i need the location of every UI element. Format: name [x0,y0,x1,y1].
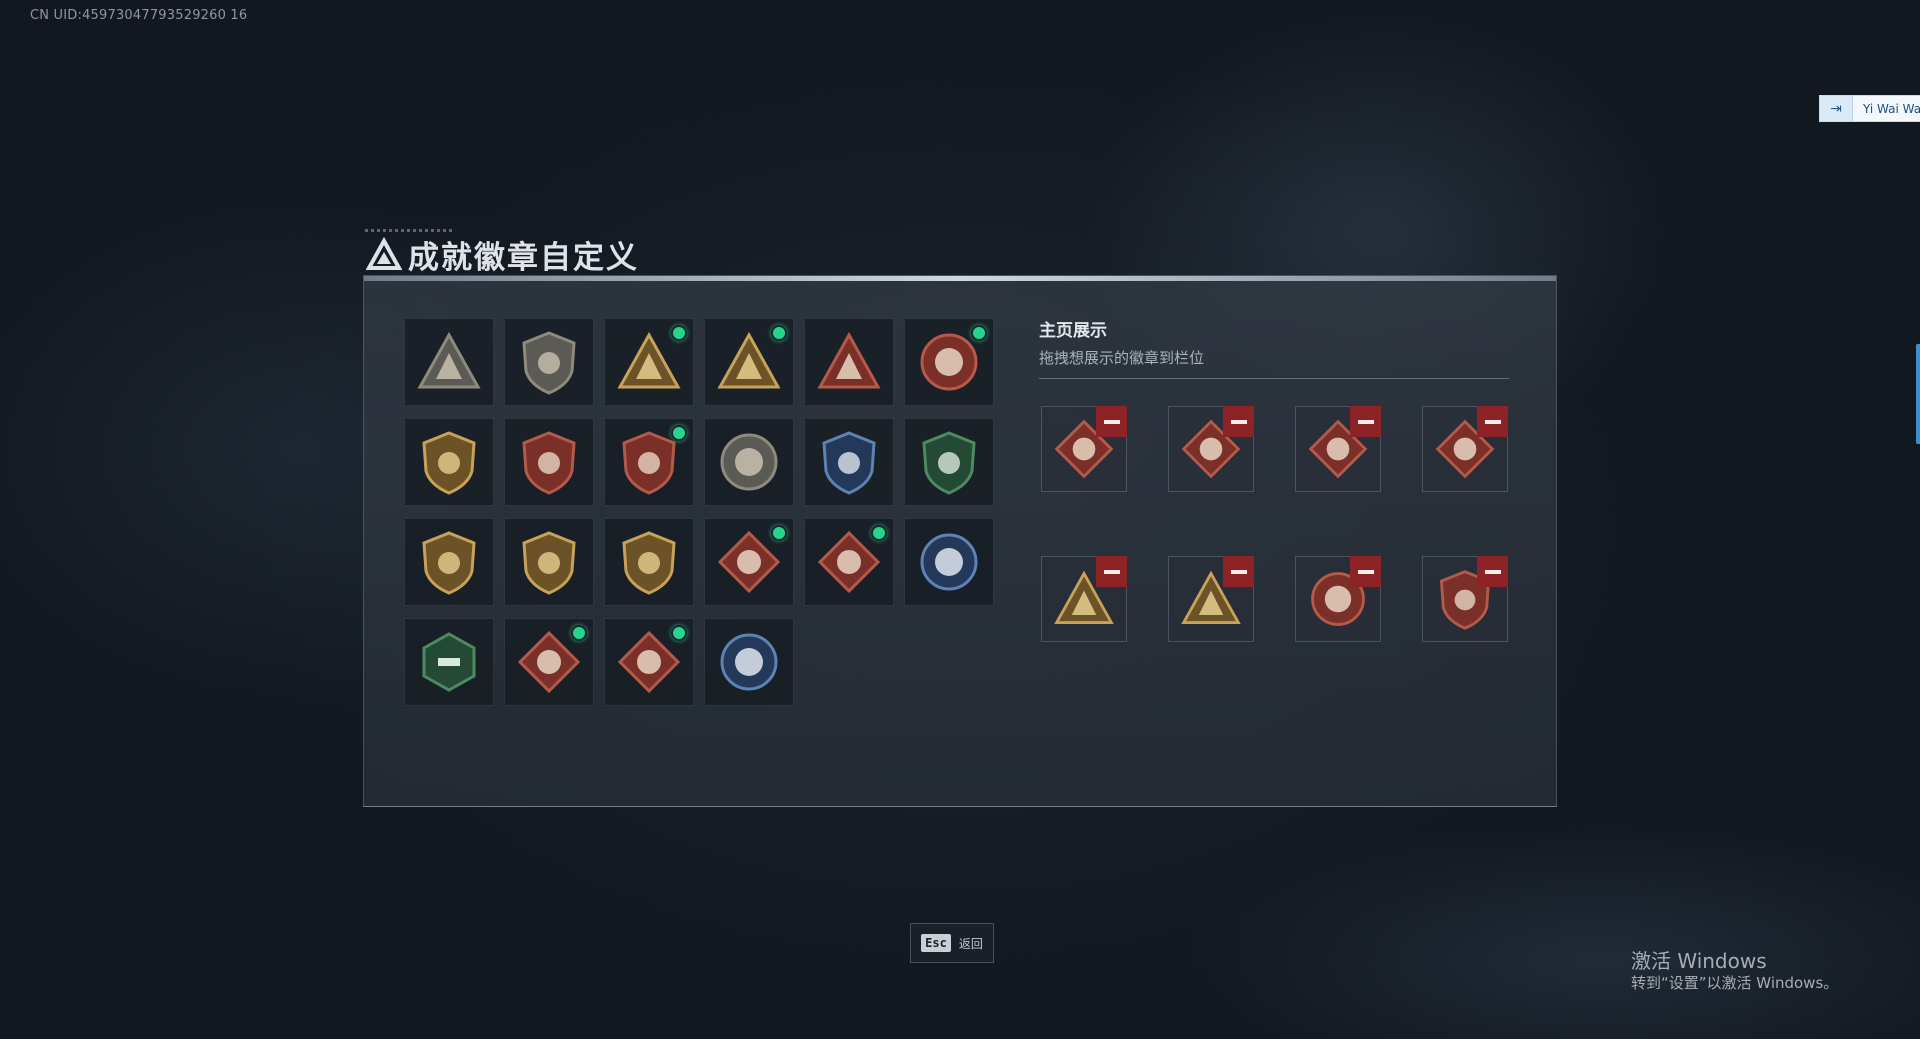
showcase-title: 主页展示 [1039,321,1107,341]
new-indicator-dot [871,525,887,541]
minus-icon [1103,419,1120,424]
badge-cell[interactable] [904,518,994,606]
gold-rifle-shield-badge-icon [422,531,476,595]
shield-triangle-badge-icon [417,331,481,389]
badge-cell[interactable] [404,518,494,606]
showcase-divider [1039,378,1509,379]
uid-label: CN UID:45973047793529260 16 [30,8,248,23]
badge-cell[interactable] [504,518,594,606]
new-indicator-dot [771,525,787,541]
remove-badge-button[interactable] [1350,406,1381,437]
badge-cell[interactable] [804,318,894,406]
badge-cell[interactable] [604,518,694,606]
gold-rifle-shield-badge-2-icon [522,531,576,595]
helicopter-shield-badge-icon [522,331,576,395]
minus-icon [1230,419,1247,424]
remove-badge-button[interactable] [1096,406,1127,437]
blue-wolf-coin-badge-icon [920,533,978,591]
user-account-chip[interactable]: ⇥ Yi Wai Wai [1819,95,1920,122]
badge-cell[interactable] [704,418,794,506]
windows-activation-subtitle: 转到“设置”以激活 Windows。 [1631,974,1839,992]
badge-cell[interactable] [704,318,794,406]
user-name: Yi Wai Wai [1863,101,1920,116]
minus-icon [1484,419,1501,424]
badge-cell[interactable] [604,318,694,406]
windows-activation-title: 激活 Windows [1631,949,1767,973]
green-crosshair-shield-badge-icon [922,431,976,495]
showcase-slot[interactable] [1295,406,1381,492]
badge-cell[interactable] [704,618,794,706]
showcase-slot[interactable] [1422,556,1508,642]
badge-inventory-grid [404,318,994,706]
badge-cell[interactable] [804,418,894,506]
esc-key: Esc [921,934,951,952]
remove-badge-button[interactable] [1096,556,1127,587]
badge-customize-panel: 主页展示 拖拽想展示的徽章到栏位 [363,275,1557,807]
remove-badge-button[interactable] [1477,406,1508,437]
new-indicator-dot [971,325,987,341]
badge-cell[interactable] [604,418,694,506]
minus-icon [1103,569,1120,574]
badge-cell[interactable] [404,418,494,506]
showcase-subtitle: 拖拽想展示的徽章到栏位 [1039,349,1205,367]
gold-anchor-shield-badge-icon [422,431,476,495]
remove-badge-button[interactable] [1350,556,1381,587]
badge-cell[interactable] [804,518,894,606]
login-arrow-icon: ⇥ [1820,96,1853,121]
showcase-slot[interactable] [1041,556,1127,642]
panel-top-bar [364,276,1556,281]
showcase-slot[interactable] [1422,406,1508,492]
showcase-slot[interactable] [1168,406,1254,492]
green-hexagon-gun-badge-icon [422,632,476,692]
minus-icon [1484,569,1501,574]
remove-badge-button[interactable] [1223,556,1254,587]
back-label: 返回 [958,936,983,951]
homepage-showcase: 主页展示 拖拽想展示的徽章到栏位 [1039,316,1509,379]
back-button[interactable]: Esc 返回 [910,923,994,963]
new-indicator-dot [671,325,687,341]
gold-crossed-swords-badge-icon [622,531,676,595]
badge-cell[interactable] [604,618,694,706]
red-ribbon-shield-badge-icon [522,431,576,495]
badge-cell[interactable] [704,518,794,606]
minus-icon [1230,569,1247,574]
remove-badge-button[interactable] [1477,556,1508,587]
blue-wolf-coin-badge-2-icon [720,633,778,691]
blue-crosshair-shield-badge-icon [822,431,876,495]
red-number-one-badge-icon [817,331,881,389]
badge-cell[interactable] [504,318,594,406]
showcase-slots [1041,406,1508,642]
page-title: 成就徽章自定义 [408,240,639,276]
badge-cell[interactable] [404,318,494,406]
showcase-slot[interactable] [1168,556,1254,642]
badge-cell[interactable] [504,618,594,706]
page-header: 成就徽章自定义 [366,232,639,277]
minus-icon [1357,419,1374,424]
badge-cell[interactable] [504,418,594,506]
minus-icon [1357,569,1374,574]
new-indicator-dot [771,325,787,341]
badge-cell[interactable] [404,618,494,706]
triangle-logo-icon [366,236,402,270]
new-indicator-dot [671,425,687,441]
new-indicator-dot [671,625,687,641]
showcase-slot[interactable] [1295,556,1381,642]
badge-cell[interactable] [904,418,994,506]
new-indicator-dot [571,625,587,641]
bronze-tiger-coin-badge-icon [720,433,778,491]
showcase-slot[interactable] [1041,406,1127,492]
edge-tab[interactable] [1916,344,1920,444]
remove-badge-button[interactable] [1223,406,1254,437]
badge-cell[interactable] [904,318,994,406]
